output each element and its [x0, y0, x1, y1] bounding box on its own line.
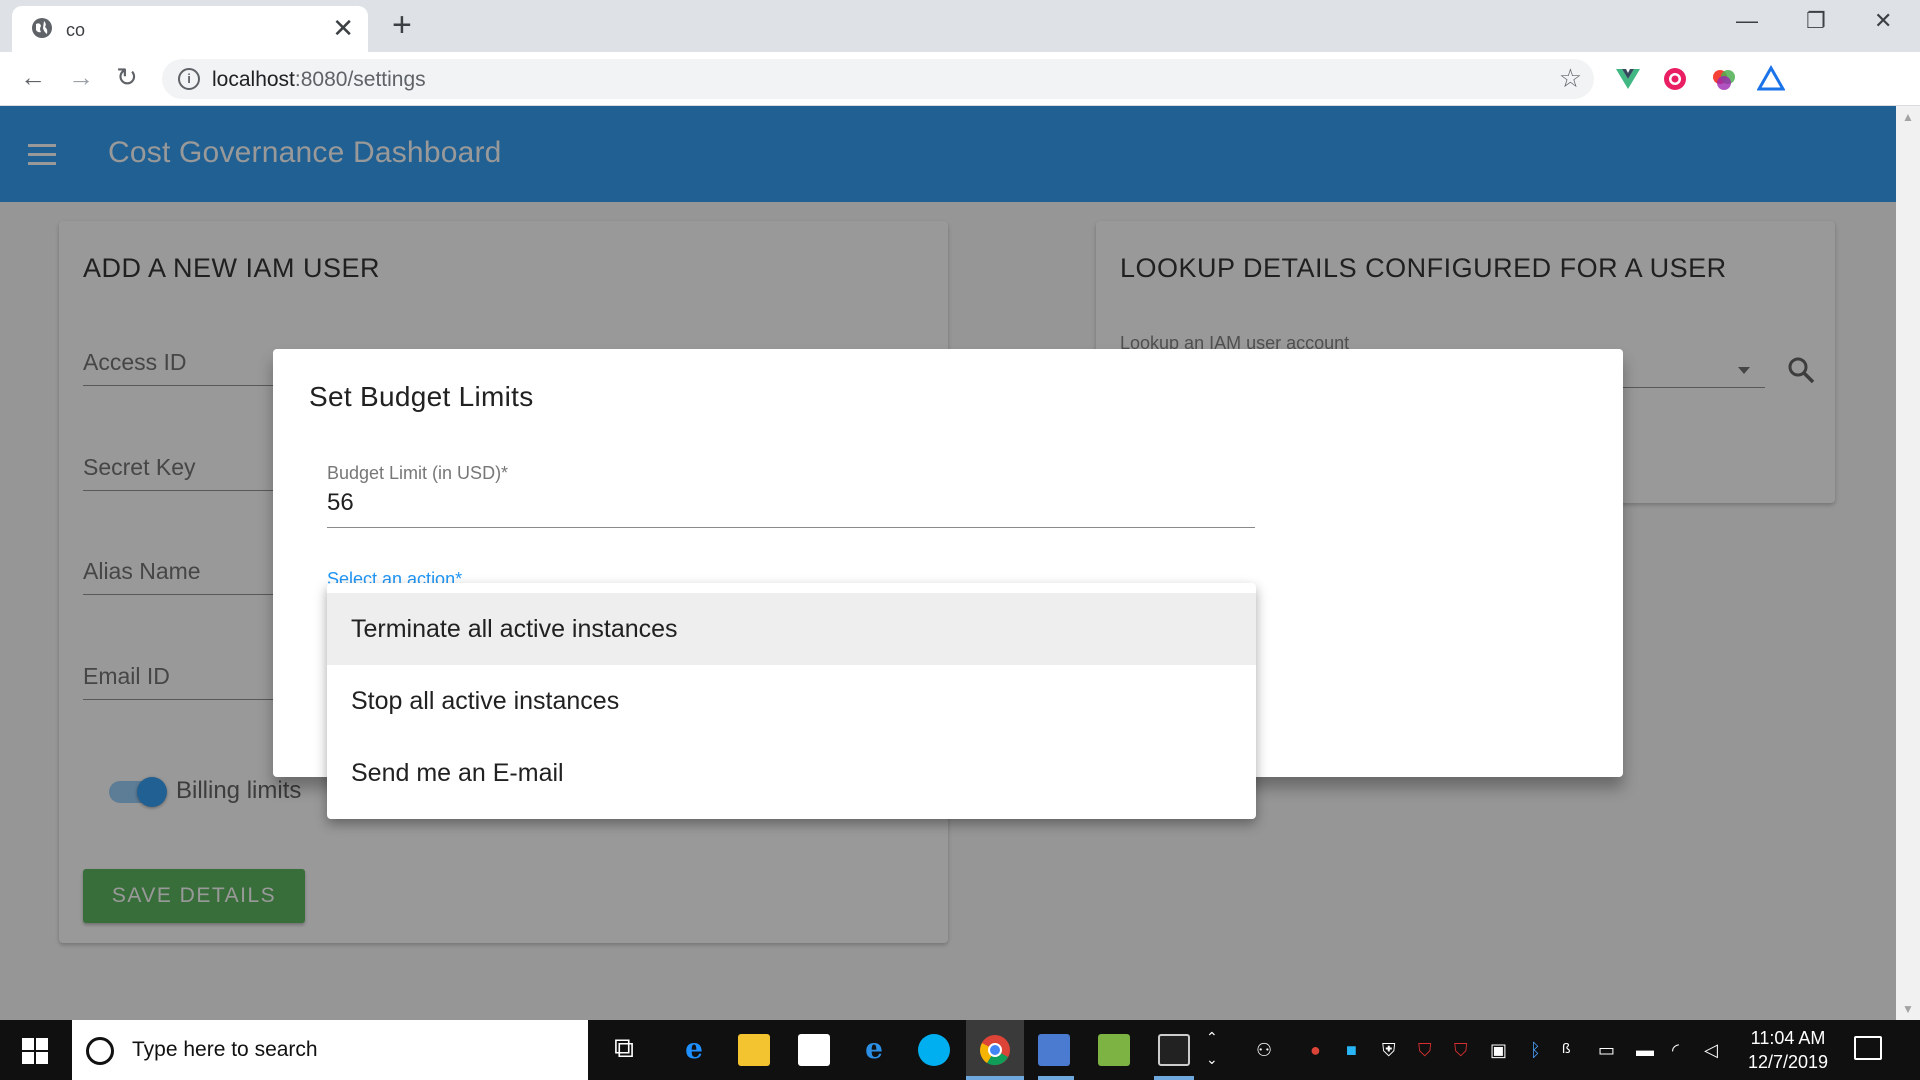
file-explorer-icon[interactable] — [738, 1034, 770, 1066]
colorful-extension-icon[interactable] — [1710, 65, 1738, 93]
chrome-tray-icon[interactable]: ● — [1310, 1040, 1321, 1061]
bookmark-star-icon[interactable]: ☆ — [1559, 63, 1582, 94]
budget-limit-label: Budget Limit (in USD)* — [327, 463, 509, 483]
chrome-icon — [980, 1035, 1010, 1066]
task-view-icon[interactable]: ⧉ — [604, 1032, 644, 1065]
record-extension-icon[interactable] — [1661, 65, 1689, 93]
budget-limit-underline — [327, 527, 1255, 528]
network-device-icon[interactable]: ▣ — [1490, 1040, 1507, 1061]
page-content: Cost Governance Dashboard ADD A NEW IAM … — [0, 106, 1896, 1020]
running-app-indicator — [1038, 1076, 1074, 1080]
bluetooth-icon[interactable]: ᛒ — [1530, 1040, 1541, 1061]
option-terminate-instances[interactable]: Terminate all active instances — [327, 593, 1256, 665]
taskbar-search[interactable]: Type here to search — [72, 1020, 588, 1080]
url-text: localhost:8080/settings — [212, 68, 426, 91]
battery-icon[interactable]: ▬ — [1636, 1040, 1654, 1061]
store-icon[interactable] — [798, 1034, 830, 1066]
page-scrollbar[interactable]: ▲ ▼ — [1896, 106, 1920, 1020]
scroll-down-icon[interactable]: ▼ — [1902, 1002, 1914, 1016]
people-icon[interactable]: ⚇ — [1256, 1040, 1272, 1061]
wifi-icon[interactable]: ◜ — [1672, 1040, 1679, 1061]
mcafee-alt-icon[interactable]: ⛉ — [1454, 1040, 1468, 1061]
internet-explorer-icon[interactable]: e — [854, 1032, 894, 1065]
tab-title: co — [66, 20, 86, 40]
language-icon[interactable]: ß — [1562, 1040, 1571, 1056]
notepad-plus-icon[interactable] — [1098, 1034, 1130, 1066]
minimize-button[interactable]: — — [1736, 8, 1758, 34]
display-icon[interactable]: ▭ — [1598, 1040, 1615, 1061]
browser-tabstrip: co ✕ + — ❐ ✕ — [0, 0, 1920, 52]
terminal-icon[interactable] — [1158, 1034, 1190, 1066]
browser-tab[interactable]: co ✕ — [12, 6, 368, 52]
scroll-up-icon[interactable]: ▲ — [1902, 110, 1914, 124]
volume-icon[interactable]: ◁ — [1704, 1040, 1718, 1061]
clock-date: 12/7/2019 — [1747, 1052, 1829, 1072]
forward-arrow-icon[interactable]: → — [68, 62, 94, 92]
edge-icon[interactable]: e — [674, 1032, 714, 1065]
running-app-indicator — [1154, 1076, 1194, 1080]
new-tab-button[interactable]: + — [392, 8, 412, 42]
sync-tray-icon[interactable]: ■ — [1346, 1040, 1357, 1061]
cortana-icon — [86, 1037, 114, 1065]
window-close-button[interactable]: ✕ — [1874, 8, 1892, 34]
chrome-taskbar-slot[interactable] — [966, 1020, 1024, 1080]
taskbar-overflow-icon[interactable]: ⌃ ⌄ — [1206, 1026, 1218, 1070]
restore-button[interactable]: ❐ — [1806, 8, 1826, 34]
windows-taskbar: Type here to search ⧉ e e ⌃ ⌄ ⚇ ● ■ ⛨ ⛉ ⛉… — [0, 1020, 1920, 1080]
back-arrow-icon[interactable]: ← — [20, 62, 46, 92]
dialog-title: Set Budget Limits — [309, 381, 534, 412]
remote-desktop-icon[interactable] — [1038, 1034, 1070, 1066]
info-icon[interactable]: i — [178, 68, 200, 90]
active-app-indicator — [966, 1076, 1024, 1080]
drive-extension-icon[interactable] — [1757, 65, 1785, 93]
browser-toolbar: ← → ↻ i localhost:8080/settings ☆ 2 S ⋮ — [0, 52, 1920, 146]
action-dropdown-menu: Terminate all active instances Stop all … — [327, 583, 1256, 819]
address-bar[interactable]: i localhost:8080/settings ☆ — [162, 59, 1594, 99]
option-send-email[interactable]: Send me an E-mail — [327, 737, 1256, 809]
close-tab-icon[interactable]: ✕ — [332, 14, 354, 42]
taskbar-search-placeholder: Type here to search — [132, 1038, 318, 1061]
reload-icon[interactable]: ↻ — [116, 62, 138, 92]
skype-icon[interactable] — [918, 1034, 950, 1066]
system-clock[interactable]: 11:04 AM 12/7/2019 — [1735, 1026, 1841, 1074]
clock-time: 11:04 AM — [1750, 1028, 1826, 1048]
option-stop-instances[interactable]: Stop all active instances — [327, 665, 1256, 737]
windows-start-icon[interactable] — [22, 1038, 48, 1064]
budget-limit-input[interactable]: 56 — [327, 489, 354, 517]
vue-extension-icon[interactable] — [1614, 65, 1642, 93]
globe-icon — [32, 18, 52, 38]
notification-center-icon[interactable] — [1854, 1036, 1882, 1060]
mcafee-icon[interactable]: ⛉ — [1418, 1040, 1432, 1061]
defender-shield-icon[interactable]: ⛨ — [1382, 1040, 1396, 1061]
